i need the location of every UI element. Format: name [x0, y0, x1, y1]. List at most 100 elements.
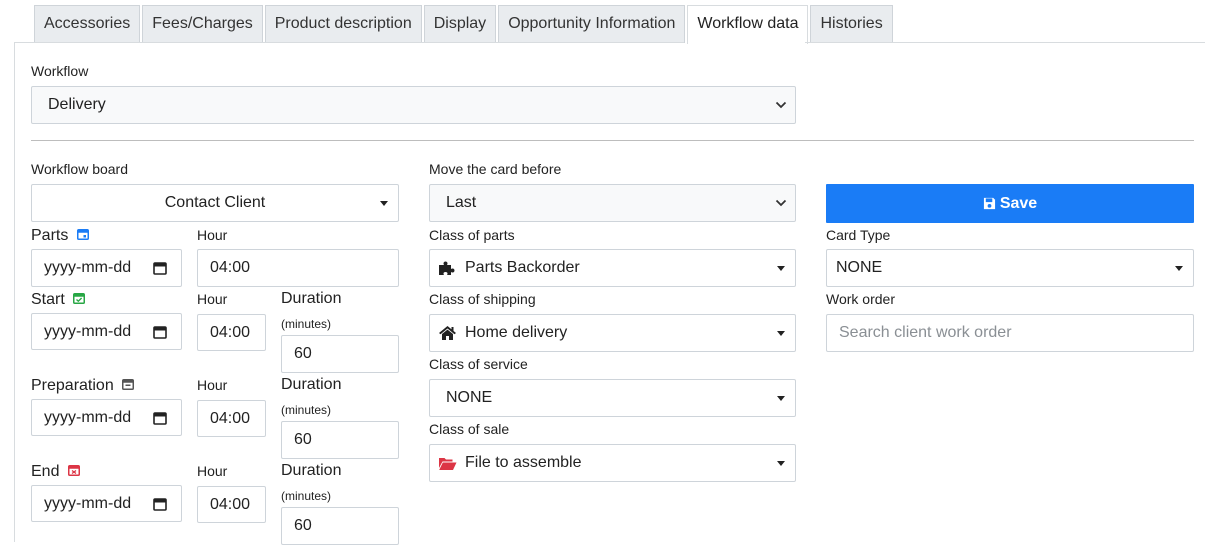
caret-down-icon — [777, 396, 785, 401]
pane-border — [14, 42, 15, 542]
end-hour-label: Hour — [197, 463, 228, 479]
preparation-hour-value: 04:00 — [210, 409, 251, 427]
workflow-label: Workflow — [31, 63, 89, 79]
class-service-label: Class of service — [429, 356, 528, 372]
end-hour-value: 04:00 — [210, 495, 251, 513]
end-date-input[interactable]: yyyy-mm-dd — [31, 485, 182, 522]
preparation-minutes-label: (minutes) — [281, 403, 332, 417]
tab-accessories[interactable]: Accessories — [34, 5, 141, 43]
workflow-select[interactable]: Delivery — [31, 86, 796, 124]
work-order-label: Work order — [826, 291, 895, 307]
class-shipping-dropdown[interactable]: Home delivery — [429, 314, 796, 352]
folder-open-icon — [439, 457, 457, 470]
parts-date-input[interactable]: yyyy-mm-dd — [31, 249, 182, 287]
workflow-board-dropdown[interactable]: Contact Client — [31, 184, 399, 222]
calendar-icon — [122, 379, 135, 391]
preparation-label: Preparation — [31, 377, 135, 395]
tab-border-right — [805, 42, 1205, 43]
chevron-down-icon — [775, 101, 787, 109]
workflow-board-label: Workflow board — [31, 161, 129, 177]
save-label: Save — [999, 194, 1038, 212]
tab-workflow-data[interactable]: Workflow data — [687, 5, 809, 44]
save-button[interactable]: Save — [826, 184, 1194, 223]
start-minutes-label: (minutes) — [281, 317, 332, 331]
preparation-duration-input[interactable]: 60 — [281, 421, 399, 459]
class-service-dropdown[interactable]: NONE — [429, 379, 796, 417]
start-label-text: Start — [31, 291, 65, 308]
home-icon — [439, 326, 456, 340]
class-sale-value: File to assemble — [465, 454, 582, 471]
calendar-icon — [153, 411, 167, 425]
divider — [31, 140, 1194, 141]
parts-label: Parts — [31, 227, 89, 245]
tab-histories[interactable]: Histories — [810, 5, 893, 43]
caret-down-icon — [777, 461, 785, 466]
card-type-value: NONE — [836, 259, 883, 276]
move-card-before-label: Move the card before — [429, 161, 562, 177]
parts-label-text: Parts — [31, 227, 69, 244]
tab-product-description[interactable]: Product description — [264, 5, 422, 43]
start-duration-value: 60 — [294, 345, 312, 362]
workflow-value: Delivery — [48, 96, 106, 113]
class-sale-dropdown[interactable]: File to assemble — [429, 444, 796, 482]
start-hour-input[interactable]: 04:00 — [197, 314, 266, 351]
start-duration-input[interactable]: 60 — [281, 335, 399, 373]
card-type-label: Card Type — [826, 227, 891, 243]
end-duration-label: Duration — [281, 462, 342, 479]
end-minutes-label: (minutes) — [281, 489, 332, 503]
tab-opportunity-information[interactable]: Opportunity Information — [498, 5, 686, 43]
workflow-board-value: Contact Client — [164, 194, 266, 211]
caret-down-icon — [777, 331, 785, 336]
preparation-label-text: Preparation — [31, 377, 114, 394]
class-shipping-value: Home delivery — [465, 324, 568, 341]
work-order-search-input[interactable]: Search client work order — [826, 314, 1194, 352]
parts-hour-input[interactable]: 04:00 — [197, 249, 399, 287]
calendar-icon — [153, 262, 167, 275]
class-parts-label: Class of parts — [429, 227, 515, 243]
end-duration-input[interactable]: 60 — [281, 507, 399, 545]
end-date-placeholder: yyyy-mm-dd — [44, 494, 132, 512]
tab-bar: Accessories Fees/Charges Product descrip… — [34, 5, 895, 44]
calendar-x-icon — [67, 465, 80, 477]
start-hour-value: 04:00 — [210, 323, 251, 341]
calendar-icon — [153, 497, 167, 511]
caret-down-icon — [777, 266, 785, 271]
end-hour-input[interactable]: 04:00 — [197, 486, 266, 523]
preparation-date-input[interactable]: yyyy-mm-dd — [31, 399, 182, 436]
start-date-placeholder: yyyy-mm-dd — [44, 322, 132, 340]
calendar-icon — [153, 325, 167, 339]
class-service-value: NONE — [446, 389, 493, 406]
end-label: End — [31, 463, 80, 481]
caret-down-icon — [1175, 266, 1183, 271]
parts-hour-label: Hour — [197, 227, 228, 243]
chevron-down-icon — [775, 199, 787, 207]
tab-display[interactable]: Display — [423, 5, 497, 43]
parts-date-placeholder: yyyy-mm-dd — [44, 259, 132, 276]
preparation-hour-label: Hour — [197, 377, 228, 393]
class-shipping-label: Class of shipping — [429, 291, 536, 307]
preparation-date-placeholder: yyyy-mm-dd — [44, 408, 132, 426]
calendar-icon — [76, 229, 89, 241]
end-duration-value: 60 — [294, 517, 312, 534]
puzzle-icon — [439, 261, 455, 275]
work-order-placeholder: Search client work order — [839, 324, 1012, 341]
start-hour-label: Hour — [197, 291, 228, 307]
preparation-duration-label: Duration — [281, 376, 342, 393]
start-label: Start — [31, 291, 86, 309]
move-card-before-select[interactable]: Last — [429, 184, 796, 222]
tab-border-left — [14, 42, 684, 43]
calendar-check-icon — [73, 293, 86, 305]
class-parts-value: Parts Backorder — [465, 259, 580, 276]
class-parts-dropdown[interactable]: Parts Backorder — [429, 249, 796, 287]
tab-fees-charges[interactable]: Fees/Charges — [142, 5, 263, 43]
move-card-before-value: Last — [446, 194, 477, 211]
card-type-dropdown[interactable]: NONE — [826, 249, 1194, 287]
start-duration-label: Duration — [281, 290, 342, 307]
parts-hour-value: 04:00 — [210, 259, 251, 276]
start-date-input[interactable]: yyyy-mm-dd — [31, 313, 182, 350]
end-label-text: End — [31, 463, 60, 480]
preparation-hour-input[interactable]: 04:00 — [197, 400, 266, 437]
floppy-disk-icon — [983, 197, 995, 210]
preparation-duration-value: 60 — [294, 431, 312, 448]
caret-down-icon — [380, 201, 388, 206]
